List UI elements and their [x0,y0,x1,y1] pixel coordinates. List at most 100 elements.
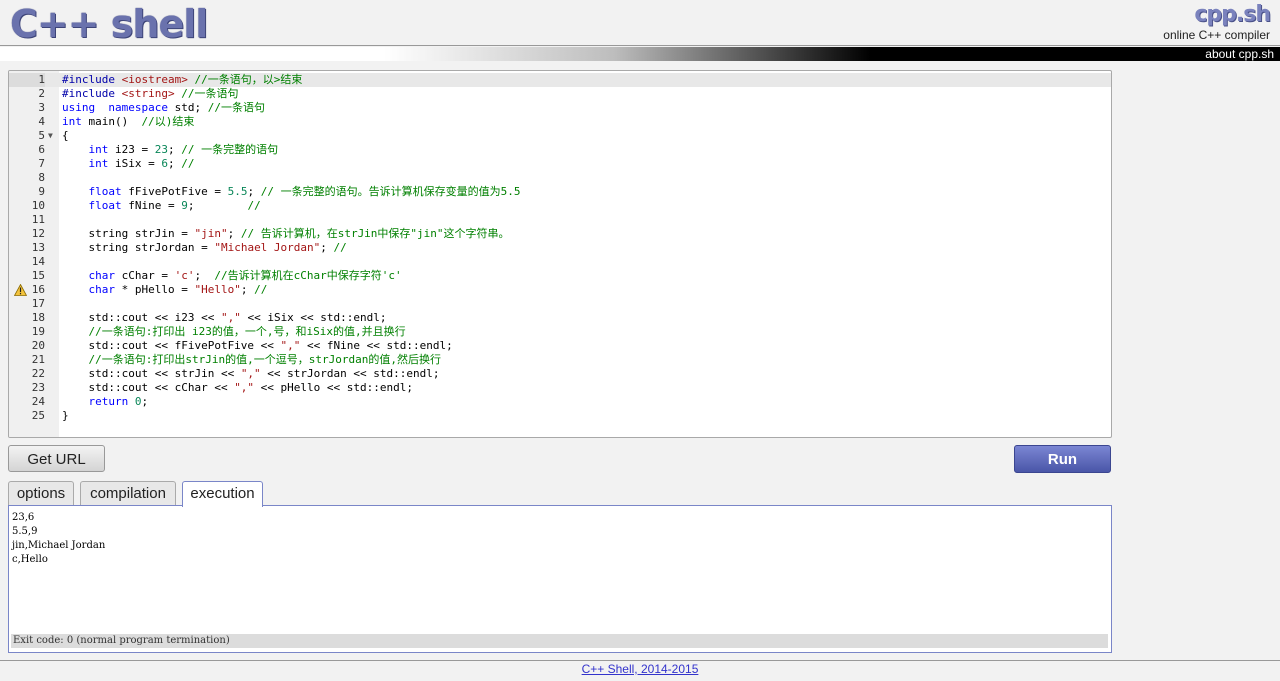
code-token: int [88,143,109,156]
line-number: 22 [31,367,45,380]
header: C++ shell cpp.sh online C++ compiler [0,0,1280,46]
output-line: jin,Michael Jordan [12,540,106,551]
line-code[interactable]: char cChar = 'c'; //告诉计算机在cChar中保存字符'c' [62,269,402,283]
tab-compilation[interactable]: compilation [80,481,176,506]
footer: C++ Shell, 2014-2015 [0,662,1280,676]
line-code[interactable]: return 0; [62,395,149,409]
line-code[interactable]: { [62,129,69,143]
code-line[interactable]: 12 string strJin = "jin"; // 告诉计算机，在strJ… [9,227,1111,241]
tab-options[interactable]: options [8,481,74,506]
line-code[interactable]: string strJordan = "Michael Jordan"; // [62,241,346,255]
code-token: ; [227,227,241,240]
execution-output: 23,6 5.5,9 jin,Michael Jordan c,Hello Ex… [8,505,1112,653]
code-token: //一条语句:打印出strJin的值,一个逗号，strJordan的值,然后换行 [88,353,441,366]
code-token: std::cout << i23 << [62,311,221,324]
code-line[interactable]: 22 std::cout << strJin << "," << strJord… [9,367,1111,381]
code-token: float [88,199,122,212]
site-logo[interactable]: C++ shell [10,2,208,46]
code-line[interactable]: 16 char * pHello = "Hello"; // [9,283,1111,297]
code-line[interactable]: 1 #include <iostream> //一条语句，以>结束 [9,73,1111,87]
code-token: ; [141,395,149,408]
line-code[interactable]: char * pHello = "Hello"; // [62,283,268,297]
code-token: std::cout << fFivePotFive << [62,339,281,352]
code-token: { [62,129,69,142]
code-token: fNine = [121,199,182,212]
code-token: "," [220,311,241,324]
code-line[interactable]: 7 int iSix = 6; // [9,157,1111,171]
line-number: 8 [38,171,45,184]
line-code[interactable]: //一条语句:打印出strJin的值,一个逗号，strJordan的值,然后换行 [62,353,441,367]
code-token: float [88,185,122,198]
code-token: << iSix << std::endl; [240,311,387,324]
code-token: ; [320,241,334,254]
about-link[interactable]: about cpp.sh [1205,47,1274,61]
code-line[interactable]: 20 std::cout << fFivePotFive << "," << f… [9,339,1111,353]
code-token: "Michael Jordan" [214,241,321,254]
code-line[interactable]: 13 string strJordan = "Michael Jordan"; … [9,241,1111,255]
line-code[interactable]: std::cout << cChar << "," << pHello << s… [62,381,413,395]
code-line[interactable]: 19 //一条语句:打印出 i23的值，一个,号，和iSix的值,并且换行 [9,325,1111,339]
code-line[interactable]: 24 return 0; [9,395,1111,409]
line-code[interactable]: std::cout << i23 << "," << iSix << std::… [62,311,387,325]
code-line[interactable]: 17 [9,297,1111,311]
code-token: std::cout << strJin << [62,367,241,380]
line-code[interactable]: int iSix = 6; // [62,157,195,171]
code-token: //一条语句:打印出 i23的值，一个,号，和iSix的值,并且换行 [88,325,406,338]
warning-icon[interactable] [14,284,27,296]
line-number: 23 [31,381,45,394]
code-line[interactable]: 21 //一条语句:打印出strJin的值,一个逗号，strJordan的值,然… [9,353,1111,367]
line-code[interactable]: float fFivePotFive = 5.5; // 一条完整的语句。告诉计… [62,185,521,199]
code-line[interactable]: 9 float fFivePotFive = 5.5; // 一条完整的语句。告… [9,185,1111,199]
code-token: <string> [121,87,175,100]
code-token: return [88,395,129,408]
line-code[interactable]: using namespace std; //一条语句 [62,101,265,115]
line-code[interactable]: std::cout << strJin << "," << strJordan … [62,367,439,381]
code-line[interactable]: 25} [9,409,1111,423]
get-url-button[interactable]: Get URL [8,445,105,472]
fold-toggle-icon[interactable]: ▼ [48,129,53,143]
line-code[interactable]: #include <string> //一条语句 [62,87,238,101]
code-line[interactable]: 23 std::cout << cChar << "," << pHello <… [9,381,1111,395]
brand-title[interactable]: cpp.sh [1194,2,1271,27]
code-line[interactable]: 10 float fNine = 9; // [9,199,1111,213]
line-number: 3 [38,101,45,114]
code-line[interactable]: 6 int i23 = 23; // 一条完整的语句 [9,143,1111,157]
code-token: std; [167,101,208,114]
code-line[interactable]: 15 char cChar = 'c'; //告诉计算机在cChar中保存字符'… [9,269,1111,283]
code-token: 0 [134,395,142,408]
code-token: ; [167,157,182,170]
code-token: 5.5 [227,185,248,198]
footer-link[interactable]: C++ Shell, 2014-2015 [582,662,699,676]
line-code[interactable]: int i23 = 23; // 一条完整的语句 [62,143,279,157]
code-token: int [88,157,109,170]
code-line[interactable]: 4 int main() //以)结束 [9,115,1111,129]
line-code[interactable]: //一条语句:打印出 i23的值，一个,号，和iSix的值,并且换行 [62,325,406,339]
line-code[interactable]: std::cout << fFivePotFive << "," << fNin… [62,339,452,353]
code-line[interactable]: 18 std::cout << i23 << "," << iSix << st… [9,311,1111,325]
line-number: 19 [31,325,45,338]
code-lines[interactable]: 1 #include <iostream> //一条语句，以>结束 2 #includ… [9,73,1111,423]
line-code[interactable]: #include <iostream> //一条语句，以>结束 [62,73,302,87]
code-line[interactable]: 3 using namespace std; //一条语句 [9,101,1111,115]
line-code[interactable]: } [62,409,69,423]
code-token: std::cout << cChar << [62,381,235,394]
code-editor[interactable]: 1 #include <iostream> //一条语句，以>结束 2 #includ… [8,70,1112,438]
tab-execution[interactable]: execution [182,481,263,507]
code-token: string strJin = [62,227,195,240]
code-line[interactable]: 2 #include <string> //一条语句 [9,87,1111,101]
code-line[interactable]: 8 [9,171,1111,185]
line-code[interactable]: string strJin = "jin"; // 告诉计算机，在strJin中… [62,227,509,241]
code-line[interactable]: 5 ▼ { [9,129,1111,143]
line-code[interactable]: int main() //以)结束 [62,115,194,129]
code-line[interactable]: 11 [9,213,1111,227]
output-line: 23,6 [12,512,35,523]
code-token: //告诉计算机在cChar中保存字符'c' [214,269,402,282]
line-code[interactable]: float fNine = 9; // [62,199,261,213]
code-line[interactable]: 14 [9,255,1111,269]
run-button[interactable]: Run [1014,445,1111,473]
code-token: "," [280,339,301,352]
line-number: 10 [31,199,45,212]
